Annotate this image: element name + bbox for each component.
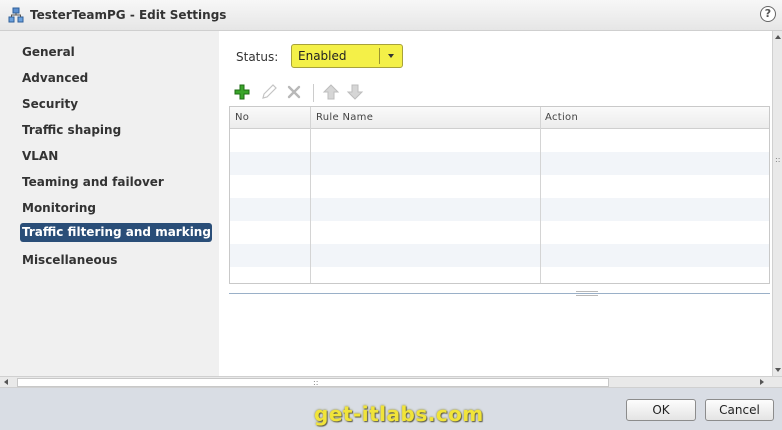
column-divider[interactable] xyxy=(310,107,311,283)
move-down-icon[interactable] xyxy=(346,83,364,101)
sidebar-item-traffic-filtering-and-marking[interactable]: Traffic filtering and marking xyxy=(20,223,212,242)
sidebar-item-security[interactable]: Security xyxy=(22,95,214,114)
status-value: Enabled xyxy=(298,49,347,63)
column-header-rule-name[interactable]: Rule Name xyxy=(316,112,373,123)
column-header-no[interactable]: No xyxy=(235,112,249,123)
ok-button[interactable]: OK xyxy=(626,399,696,421)
sidebar-item-monitoring[interactable]: Monitoring xyxy=(22,199,214,218)
sidebar-item-vlan[interactable]: VLAN xyxy=(22,147,214,166)
dropdown-separator xyxy=(379,48,380,64)
window-title: TesterTeamPG - Edit Settings xyxy=(30,8,227,22)
scroll-up-icon[interactable] xyxy=(775,35,781,39)
scroll-down-icon[interactable] xyxy=(775,368,781,372)
title-bar: TesterTeamPG - Edit Settings ? xyxy=(0,0,782,31)
scroll-grip-icon: :: xyxy=(775,155,781,164)
move-up-icon[interactable] xyxy=(322,83,340,101)
portgroup-icon xyxy=(8,7,24,23)
sidebar-item-general[interactable]: General xyxy=(22,43,214,62)
settings-sidebar: General Advanced Security Traffic shapin… xyxy=(0,31,219,376)
splitter-grip-icon[interactable] xyxy=(576,291,598,296)
horizontal-scrollbar[interactable]: :: xyxy=(0,376,782,388)
add-icon[interactable] xyxy=(233,83,251,101)
status-label: Status: xyxy=(236,50,279,64)
column-divider[interactable] xyxy=(540,107,541,283)
sidebar-item-teaming-and-failover[interactable]: Teaming and failover xyxy=(22,173,214,192)
chevron-down-icon xyxy=(388,54,394,58)
edit-icon[interactable] xyxy=(260,83,278,101)
help-icon: ? xyxy=(764,7,772,20)
scroll-left-icon[interactable] xyxy=(4,379,8,385)
scroll-right-icon[interactable] xyxy=(760,379,764,385)
scroll-grip-icon: :: xyxy=(313,378,319,387)
sidebar-item-traffic-shaping[interactable]: Traffic shaping xyxy=(22,121,214,140)
scroll-thumb[interactable]: :: xyxy=(17,378,609,387)
sidebar-item-advanced[interactable]: Advanced xyxy=(22,69,214,88)
status-dropdown[interactable]: Enabled xyxy=(291,44,403,68)
main-content: Status: Enabled No Rule Name Action xyxy=(219,31,772,376)
watermark-text: get-itlabs.com xyxy=(314,402,484,426)
vertical-scrollbar[interactable]: :: xyxy=(772,31,782,376)
cancel-button[interactable]: Cancel xyxy=(705,399,774,421)
sidebar-item-miscellaneous[interactable]: Miscellaneous xyxy=(22,251,214,270)
dialog-footer: get-itlabs.com OK Cancel xyxy=(0,388,782,430)
toolbar-separator xyxy=(313,84,314,102)
delete-icon[interactable] xyxy=(285,83,303,101)
rules-toolbar xyxy=(233,83,433,103)
help-button[interactable]: ? xyxy=(760,6,776,22)
pane-splitter[interactable] xyxy=(229,293,770,294)
column-header-action[interactable]: Action xyxy=(545,112,578,123)
rules-table: No Rule Name Action xyxy=(229,106,770,284)
